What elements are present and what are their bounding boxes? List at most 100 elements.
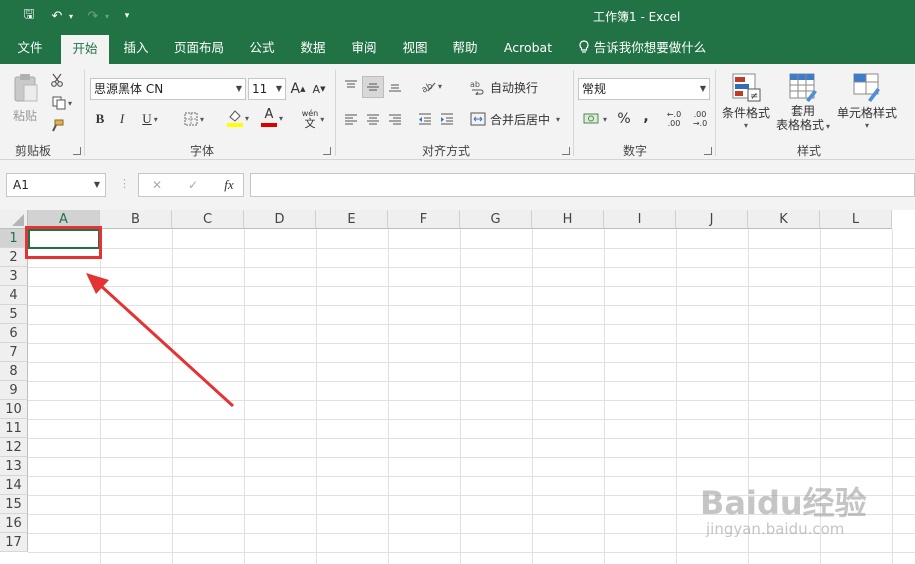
phonetic-button[interactable]: wén 文 ▾ — [296, 106, 330, 132]
alignment-launcher-icon[interactable] — [562, 147, 570, 155]
customize-qat-icon[interactable]: ▾ — [120, 6, 134, 26]
underline-icon: U — [142, 111, 152, 126]
group-label-alignment: 对齐方式 — [422, 144, 471, 158]
format-as-table-button[interactable]: 套用 表格格式 ▾ — [772, 72, 834, 140]
ribbon-home: 粘贴 ▾ 剪贴板 思源黑体 CN ▼ 11 ▼ A ▲ A ▼ B I U ▾ ▾ ▾ A… — [0, 64, 915, 160]
cut-icon[interactable] — [46, 71, 68, 89]
align-right-icon[interactable] — [386, 109, 404, 129]
tell-me-label: 告诉我你想要做什么 — [593, 40, 707, 55]
tab-home[interactable]: 开始 — [61, 35, 109, 64]
enter-icon[interactable]: ✓ — [183, 176, 203, 194]
tab-view[interactable]: 视图 — [393, 32, 437, 64]
tab-page-layout[interactable]: 页面布局 — [168, 32, 230, 64]
format-as-table-label-1: 套用 — [790, 104, 815, 118]
tab-formulas[interactable]: 公式 — [240, 32, 284, 64]
tab-help[interactable]: 帮助 — [443, 32, 487, 64]
formula-input[interactable] — [250, 173, 915, 197]
accounting-format-button[interactable]: ▾ — [580, 109, 610, 129]
window-title: 工作簿1 - Excel — [593, 10, 681, 24]
increase-decimal-button[interactable]: ←.0 .00 — [664, 108, 684, 130]
group-divider — [715, 70, 716, 156]
font-size-dropdown[interactable]: 11 ▼ — [248, 78, 286, 100]
cell-styles-button[interactable]: 单元格样式 ▾ — [834, 72, 900, 140]
wrap-text-button[interactable]: ab 自动换行 — [470, 77, 542, 97]
borders-icon — [184, 112, 198, 126]
cell-styles-icon — [853, 73, 880, 102]
shrink-font-button[interactable]: A ▼ — [310, 79, 328, 99]
borders-button[interactable]: ▾ — [178, 109, 210, 129]
watermark-logo: Baidu经验 — [700, 484, 867, 522]
chevron-down-icon: ▼ — [699, 84, 706, 93]
ribbon-tabs: 文件 开始 插入 页面布局 公式 数据 审阅 视图 帮助 Acrobat 告诉我… — [0, 32, 915, 64]
currency-icon — [583, 113, 599, 124]
insert-function-icon[interactable]: fx — [219, 176, 239, 194]
bold-button[interactable]: B — [92, 109, 108, 129]
align-left-icon[interactable] — [342, 109, 360, 129]
tell-me-search[interactable]: 告诉我你想要做什么 — [576, 32, 708, 64]
tab-review[interactable]: 审阅 — [342, 32, 386, 64]
merge-center-button[interactable]: 合并后居中 ▾ — [470, 109, 568, 129]
font-color-button[interactable]: A ▾ — [256, 107, 288, 129]
tab-acrobat[interactable]: Acrobat — [498, 32, 558, 64]
font-name-dropdown[interactable]: 思源黑体 CN ▼ — [90, 78, 246, 100]
group-divider — [335, 70, 336, 156]
font-name-value: 思源黑体 CN — [94, 82, 164, 96]
conditional-formatting-button[interactable]: ≠ 条件格式 ▾ — [718, 72, 774, 140]
paste-label: 粘贴 — [12, 108, 37, 123]
fill-color-button[interactable]: ▾ — [222, 107, 254, 129]
wrap-text-label: 自动换行 — [490, 80, 539, 95]
conditional-formatting-label: 条件格式 — [721, 106, 770, 120]
cancel-icon[interactable]: ✕ — [147, 176, 167, 194]
svg-text:≠: ≠ — [750, 91, 758, 102]
watermark-url: jingyan.baidu.com — [706, 520, 845, 538]
underline-button[interactable]: U ▾ — [136, 109, 164, 129]
tab-insert[interactable]: 插入 — [114, 32, 158, 64]
save-icon[interactable]: 🖫 — [18, 6, 40, 26]
align-center-icon[interactable] — [364, 109, 382, 129]
merge-center-icon — [470, 112, 486, 126]
clipboard-icon — [14, 73, 38, 101]
align-bottom-icon[interactable] — [386, 76, 404, 96]
clipboard-launcher-icon[interactable] — [73, 147, 81, 155]
group-divider — [84, 70, 85, 156]
grow-font-button[interactable]: A ▲ — [290, 79, 306, 99]
tab-file[interactable]: 文件 — [8, 32, 52, 64]
shrink-font-icon: A — [312, 82, 321, 96]
align-middle-icon[interactable] — [362, 76, 384, 98]
percent-button[interactable]: % — [614, 109, 634, 129]
align-top-icon[interactable] — [342, 76, 360, 96]
formula-buttons: ✕ ✓ fx — [138, 173, 244, 197]
font-launcher-icon[interactable] — [323, 147, 331, 155]
italic-button[interactable]: I — [114, 109, 130, 129]
svg-text:ab: ab — [470, 80, 480, 89]
merge-center-label: 合并后居中 — [490, 112, 551, 127]
phonetic-char: 文 — [304, 117, 316, 130]
copy-icon[interactable]: ▾ — [46, 94, 78, 112]
conditional-formatting-icon: ≠ — [732, 73, 761, 102]
decrease-decimal-button[interactable]: .00 →.0 — [690, 108, 710, 130]
orientation-button[interactable]: ab ▾ — [416, 76, 446, 96]
undo-dropdown-icon[interactable]: ▾ — [66, 6, 76, 26]
name-box[interactable]: A1 ▼ — [6, 173, 106, 197]
comma-button[interactable]: , — [638, 107, 654, 127]
font-size-value: 11 — [252, 82, 268, 96]
format-painter-icon[interactable] — [46, 117, 68, 135]
chevron-down-icon: ▼ — [235, 84, 242, 93]
undo-icon[interactable]: ↶ — [48, 6, 66, 26]
paste-button[interactable]: 粘贴 — [8, 70, 42, 126]
redo-dropdown-icon: ▾ — [104, 11, 109, 21]
chevron-down-icon: ▼ — [275, 84, 282, 93]
number-format-value: 常规 — [582, 82, 607, 96]
number-launcher-icon[interactable] — [704, 147, 712, 155]
format-as-table-label-2: 表格格式 — [775, 118, 824, 132]
redo-icon: ↷ — [87, 8, 99, 24]
increase-indent-icon[interactable] — [438, 109, 456, 129]
chevron-down-icon: ▼ — [93, 180, 100, 189]
format-as-table-icon — [789, 73, 817, 102]
number-format-dropdown[interactable]: 常规 ▼ — [578, 78, 710, 100]
decrease-indent-icon[interactable] — [416, 109, 434, 129]
formula-bar-grip[interactable]: ⋮ — [119, 177, 130, 190]
fill-color-icon — [226, 110, 243, 127]
tab-data[interactable]: 数据 — [291, 32, 335, 64]
group-label-clipboard: 剪贴板 — [15, 144, 52, 158]
